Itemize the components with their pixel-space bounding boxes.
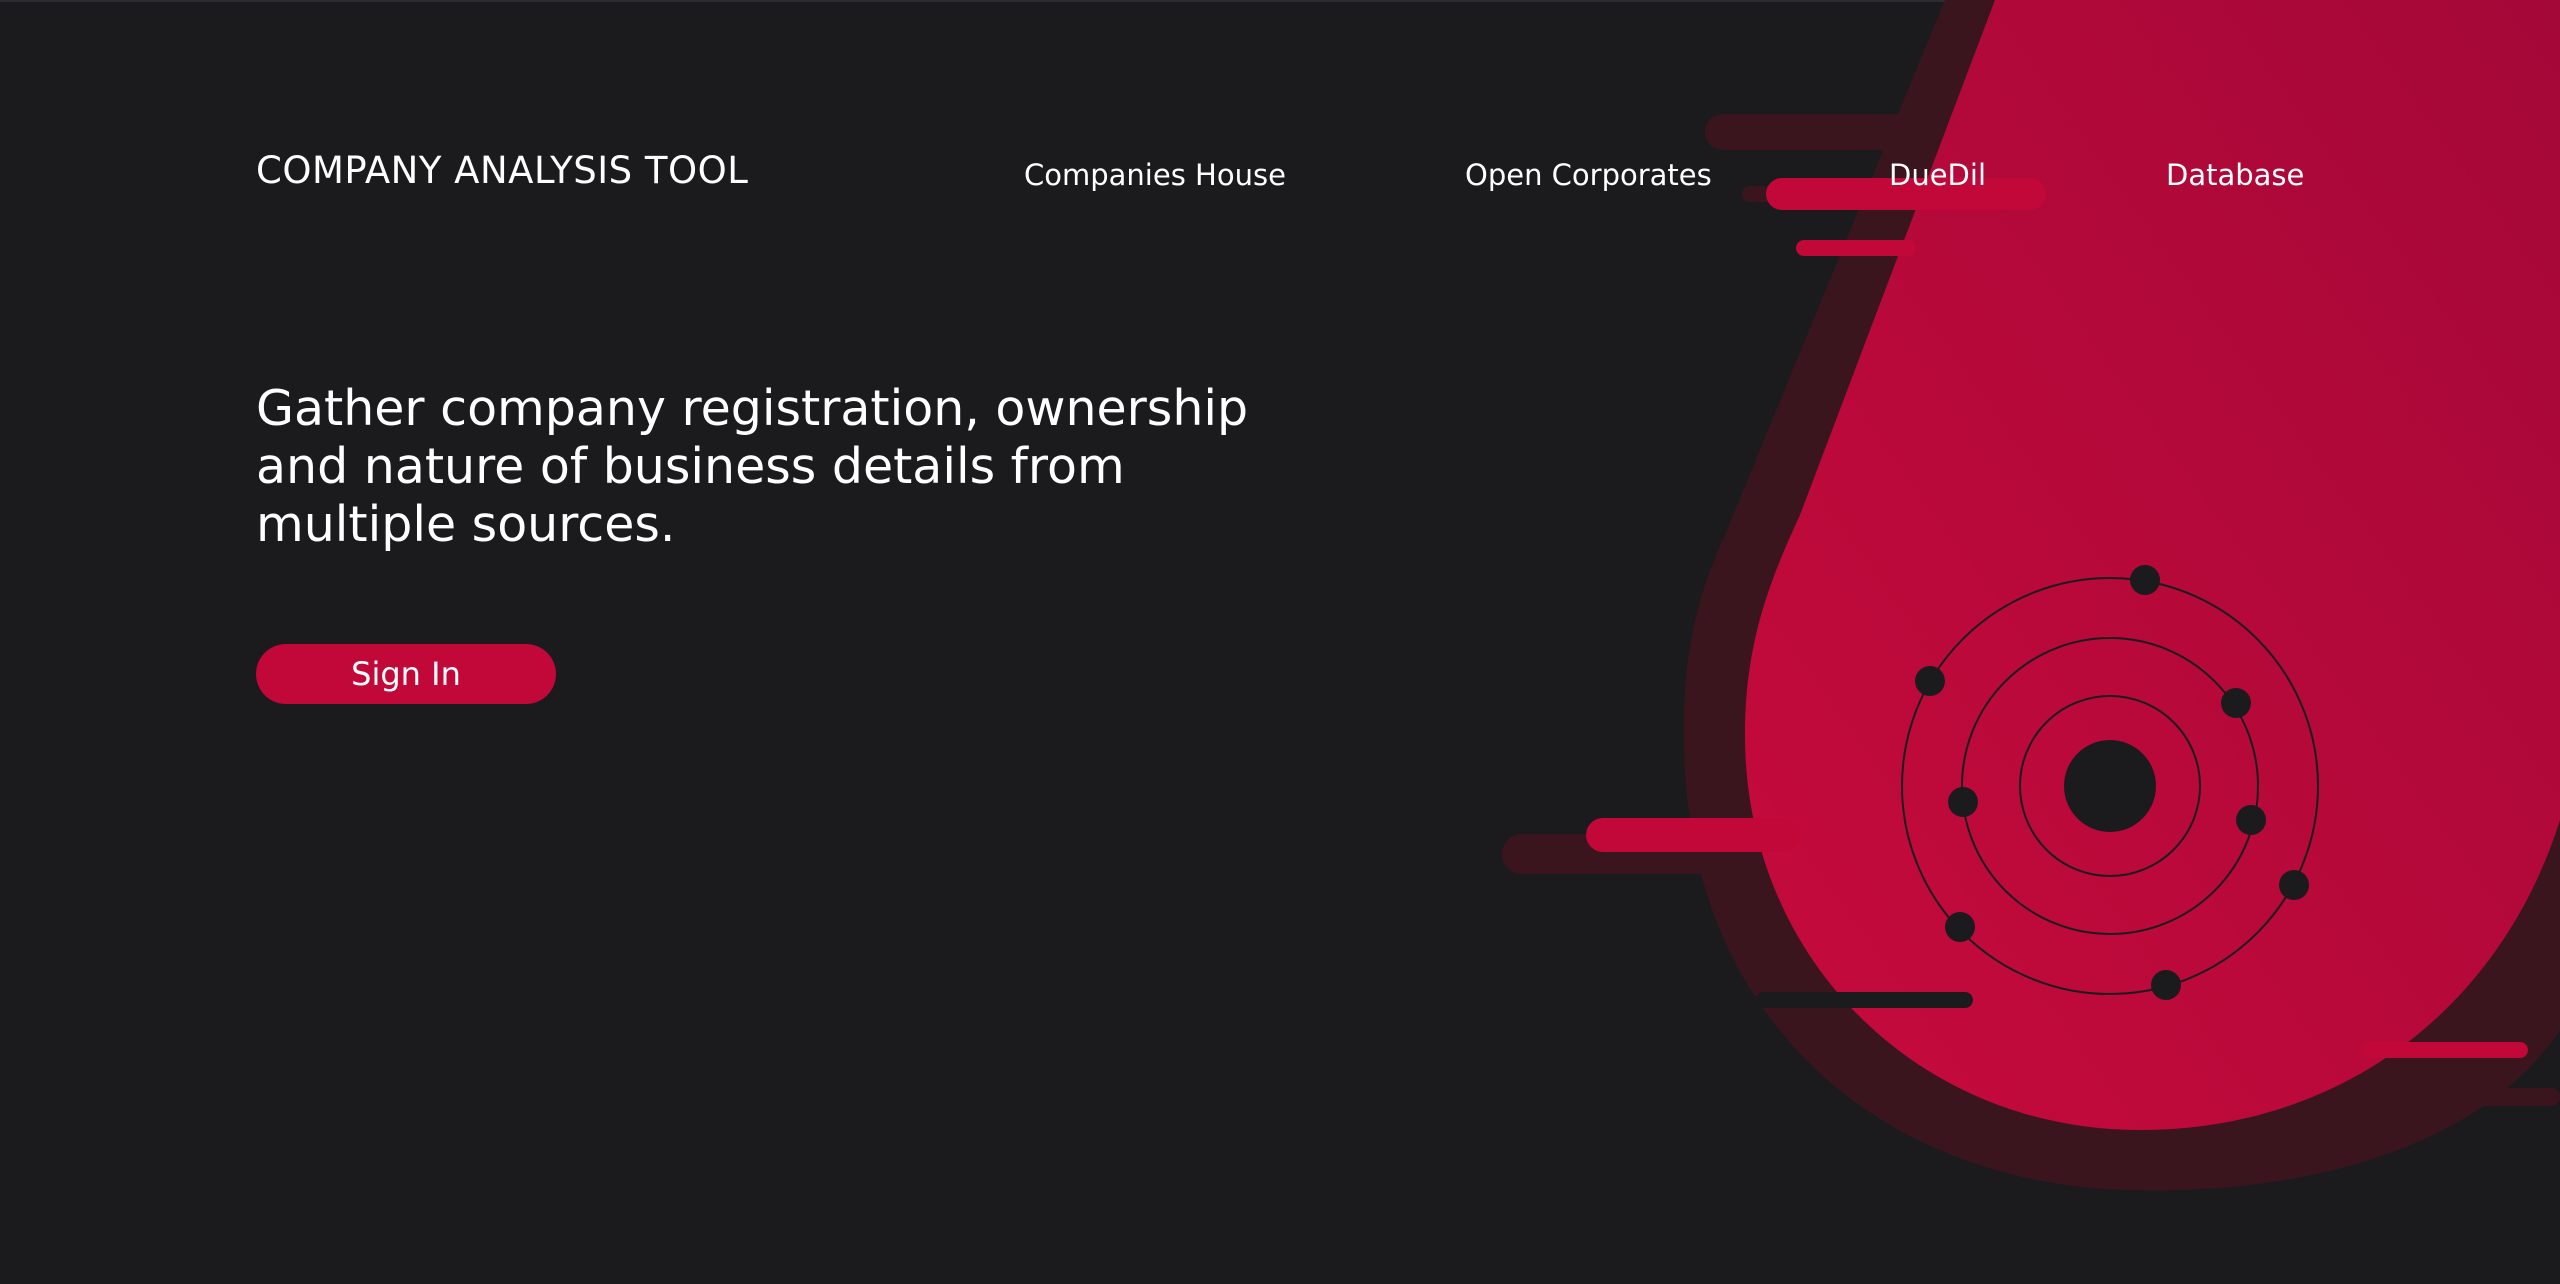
nav-link-companies-house[interactable]: Companies House	[1024, 155, 1286, 195]
capsule-shape	[1745, 0, 2560, 1130]
dark-streak	[1755, 992, 1973, 1008]
app-title: COMPANY ANALYSIS TOOL	[256, 149, 749, 192]
accent-streak	[2360, 1042, 2528, 1058]
shadow-streak	[1705, 114, 1920, 150]
sign-in-button[interactable]: Sign In	[256, 644, 556, 704]
landing-page: COMPANY ANALYSIS TOOL Companies House Op…	[0, 0, 2560, 1284]
hero-headline: Gather company registration, ownership a…	[256, 380, 1249, 553]
accent-streak	[1796, 240, 1916, 256]
accent-streak	[1586, 818, 1801, 852]
shadow-streak	[2370, 1088, 2560, 1106]
nav-link-duedil[interactable]: DueDil	[1889, 155, 1986, 195]
nav-link-database[interactable]: Database	[2166, 155, 2304, 195]
nav-link-open-corporates[interactable]: Open Corporates	[1465, 155, 1712, 195]
